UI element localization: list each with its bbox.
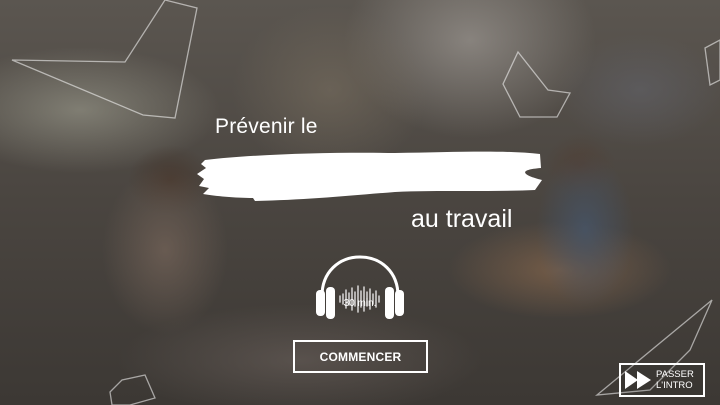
- intro-screen: Prévenir le au travail 30 min. COMMENCER: [0, 0, 720, 405]
- deco-shape-top-right: [502, 50, 572, 118]
- skip-intro-button[interactable]: PASSER L'INTRO: [619, 363, 705, 397]
- skip-intro-label: PASSER L'INTRO: [656, 369, 694, 391]
- headphones-icon: [316, 255, 404, 319]
- deco-shape-top-left: [11, 0, 198, 119]
- skip-label-line-1: PASSER: [656, 369, 694, 380]
- deco-shape-bottom-left: [109, 374, 156, 405]
- deco-shape-right-edge: [704, 39, 720, 86]
- redacted-brush-stroke: [197, 151, 542, 201]
- fast-forward-icon: [625, 371, 651, 389]
- title-line-3: au travail: [411, 205, 513, 233]
- start-button[interactable]: COMMENCER: [293, 340, 428, 373]
- duration-label: 30 min.: [343, 298, 377, 309]
- title-line-1: Prévenir le: [215, 115, 318, 138]
- skip-label-line-2: L'INTRO: [656, 380, 693, 391]
